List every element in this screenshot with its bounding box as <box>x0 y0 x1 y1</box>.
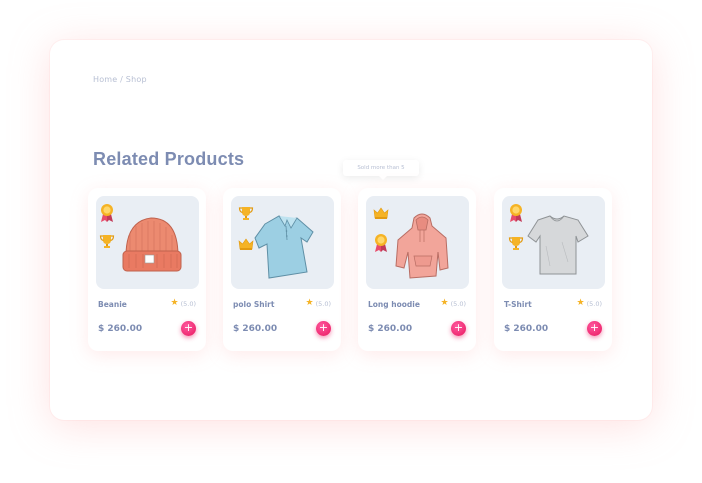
rating-value: (5.0) <box>315 299 331 308</box>
award-ribbon-icon <box>101 204 113 222</box>
product-card-long-hoodie[interactable]: Long hoodie ★ (5.0) $ 260.00 + <box>358 188 476 351</box>
star-icon: ★ <box>305 298 314 308</box>
tooltip: Sold more than 5 <box>343 160 419 180</box>
crown-icon <box>238 238 254 250</box>
product-image-long-hoodie[interactable] <box>366 196 469 289</box>
award-ribbon-icon <box>510 204 522 222</box>
product-card-beanie[interactable]: Beanie ★ (5.0) $ 260.00 + <box>88 188 206 351</box>
rating-value: (5.0) <box>180 299 196 308</box>
add-to-cart-button[interactable]: + <box>451 321 466 336</box>
product-name[interactable]: T-Shirt <box>504 300 532 309</box>
add-to-cart-button[interactable]: + <box>181 321 196 336</box>
award-ribbon-icon <box>375 234 387 252</box>
product-price: $ 260.00 <box>504 324 549 334</box>
crown-icon <box>373 207 389 219</box>
product-image-polo-shirt[interactable] <box>231 196 334 289</box>
star-icon: ★ <box>576 298 585 308</box>
star-icon: ★ <box>170 298 179 308</box>
product-price: $ 260.00 <box>233 324 278 334</box>
trophy-icon <box>508 237 524 250</box>
product-name[interactable]: Beanie <box>98 300 127 309</box>
product-rating: ★ (5.0) <box>171 299 197 308</box>
product-rating: ★ (5.0) <box>306 299 332 308</box>
product-rating: ★ (5.0) <box>441 299 467 308</box>
trophy-icon <box>238 207 254 220</box>
rating-value: (5.0) <box>450 299 466 308</box>
section-title: Related Products <box>93 149 245 169</box>
rating-value: (5.0) <box>586 299 602 308</box>
product-card-t-shirt[interactable]: T-Shirt ★ (5.0) $ 260.00 + <box>494 188 612 351</box>
product-price: $ 260.00 <box>368 324 413 334</box>
add-to-cart-button[interactable]: + <box>316 321 331 336</box>
product-name[interactable]: polo Shirt <box>233 300 274 309</box>
product-card-polo-shirt[interactable]: polo Shirt ★ (5.0) $ 260.00 + <box>223 188 341 351</box>
product-image-t-shirt[interactable] <box>502 196 605 289</box>
star-icon: ★ <box>440 298 449 308</box>
product-image-beanie[interactable] <box>96 196 199 289</box>
product-price: $ 260.00 <box>98 324 143 334</box>
trophy-icon <box>99 235 115 248</box>
breadcrumb[interactable]: Home / Shop <box>93 75 147 84</box>
add-to-cart-button[interactable]: + <box>587 321 602 336</box>
product-rating: ★ (5.0) <box>577 299 603 308</box>
product-name[interactable]: Long hoodie <box>368 300 420 309</box>
